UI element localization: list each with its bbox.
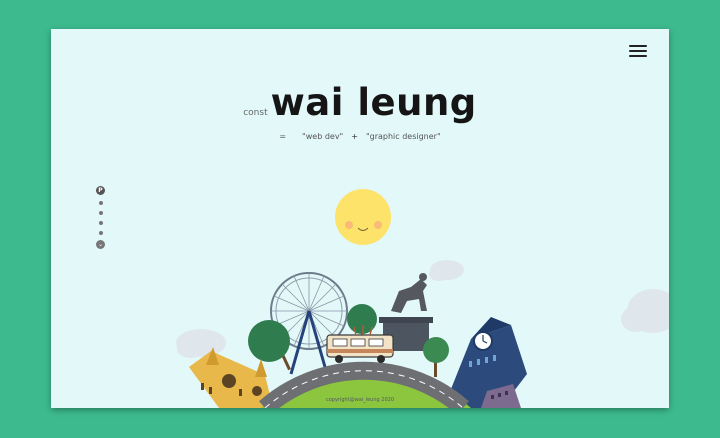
cloud-icon (176, 329, 226, 358)
cloud-icon (621, 289, 669, 333)
tree-icon (248, 320, 291, 371)
cloud-icon (429, 260, 464, 281)
page-frame: constwai leung = "web dev" + "graphic desig… (51, 29, 669, 408)
city-illustration (176, 189, 669, 408)
copyright-text: copyright@wai_leung 2020 (325, 397, 395, 403)
tree-icon (423, 337, 449, 377)
sun-icon (335, 189, 391, 245)
